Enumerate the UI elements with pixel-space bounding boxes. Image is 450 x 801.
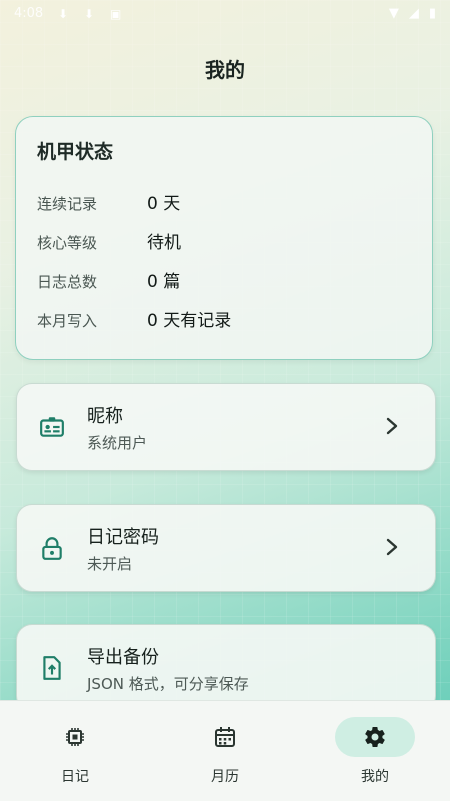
app-notification-icon: ▣ bbox=[110, 7, 122, 21]
chevron-right-icon bbox=[386, 538, 398, 556]
download-icon: ⬇ bbox=[58, 7, 69, 21]
nav-label: 月历 bbox=[211, 769, 239, 785]
chip-icon bbox=[66, 728, 84, 746]
nickname-setting[interactable]: 昵称 系统用户 bbox=[16, 383, 436, 471]
wifi-icon: ▼ bbox=[388, 6, 399, 21]
diary-password-setting[interactable]: 日记密码 未开启 bbox=[16, 504, 436, 592]
setting-subtitle: 未开启 bbox=[87, 555, 133, 573]
stat-label: 连续记录 bbox=[37, 195, 98, 213]
stat-row-total: 日志总数 0 篇 bbox=[37, 267, 180, 292]
setting-title: 导出备份 bbox=[87, 647, 159, 668]
setting-title: 昵称 bbox=[87, 406, 123, 427]
lock-icon bbox=[42, 537, 62, 560]
page-title: 我的 bbox=[205, 58, 245, 82]
stat-label: 核心等级 bbox=[37, 234, 98, 252]
battery-icon: ▮ bbox=[428, 6, 436, 21]
nav-item-calendar[interactable]: 月历 bbox=[150, 701, 300, 801]
export-backup-setting[interactable]: 导出备份 JSON 格式，可分享保存 bbox=[16, 624, 436, 712]
upload-file-icon bbox=[43, 656, 61, 680]
id-card-icon bbox=[40, 417, 64, 437]
chevron-right-icon bbox=[386, 417, 398, 435]
stat-value: 0 天 bbox=[147, 194, 181, 214]
calendar-icon bbox=[215, 727, 235, 747]
stat-value: 待机 bbox=[147, 233, 181, 253]
nav-label: 日记 bbox=[61, 769, 89, 785]
stat-row-month: 本月写入 0 天有记录 bbox=[37, 306, 231, 331]
stat-row-level: 核心等级 待机 bbox=[37, 228, 181, 253]
mech-status-card: 机甲状态 连续记录 0 天 核心等级 待机 日志总数 0 篇 本月写入 0 天有记录 bbox=[15, 116, 433, 360]
setting-subtitle: 系统用户 bbox=[87, 434, 148, 452]
gear-icon bbox=[365, 727, 385, 748]
nav-item-mine[interactable]: 我的 bbox=[300, 701, 450, 801]
stat-value: 0 篇 bbox=[147, 272, 181, 292]
nav-label: 我的 bbox=[361, 769, 389, 785]
setting-subtitle: JSON 格式，可分享保存 bbox=[87, 675, 249, 693]
signal-icon: ◢ bbox=[408, 6, 419, 21]
status-indicators: ▼ ◢ ▮ bbox=[389, 6, 436, 21]
status-time: 4:08 bbox=[14, 6, 44, 21]
setting-title: 日记密码 bbox=[87, 527, 159, 548]
stat-row-streak: 连续记录 0 天 bbox=[37, 189, 180, 214]
status-bar: 4:08 ⬇ ⬇ ▣ ▼ ◢ ▮ bbox=[0, 0, 450, 30]
download-icon: ⬇ bbox=[84, 7, 95, 21]
bottom-navigation: 日记 月历 我的 bbox=[0, 700, 450, 801]
stat-label: 本月写入 bbox=[37, 312, 98, 330]
status-card-title: 机甲状态 bbox=[37, 141, 114, 163]
stat-value: 0 天有记录 bbox=[147, 311, 232, 331]
nav-item-diary[interactable]: 日记 bbox=[0, 701, 150, 801]
stat-label: 日志总数 bbox=[37, 273, 98, 291]
